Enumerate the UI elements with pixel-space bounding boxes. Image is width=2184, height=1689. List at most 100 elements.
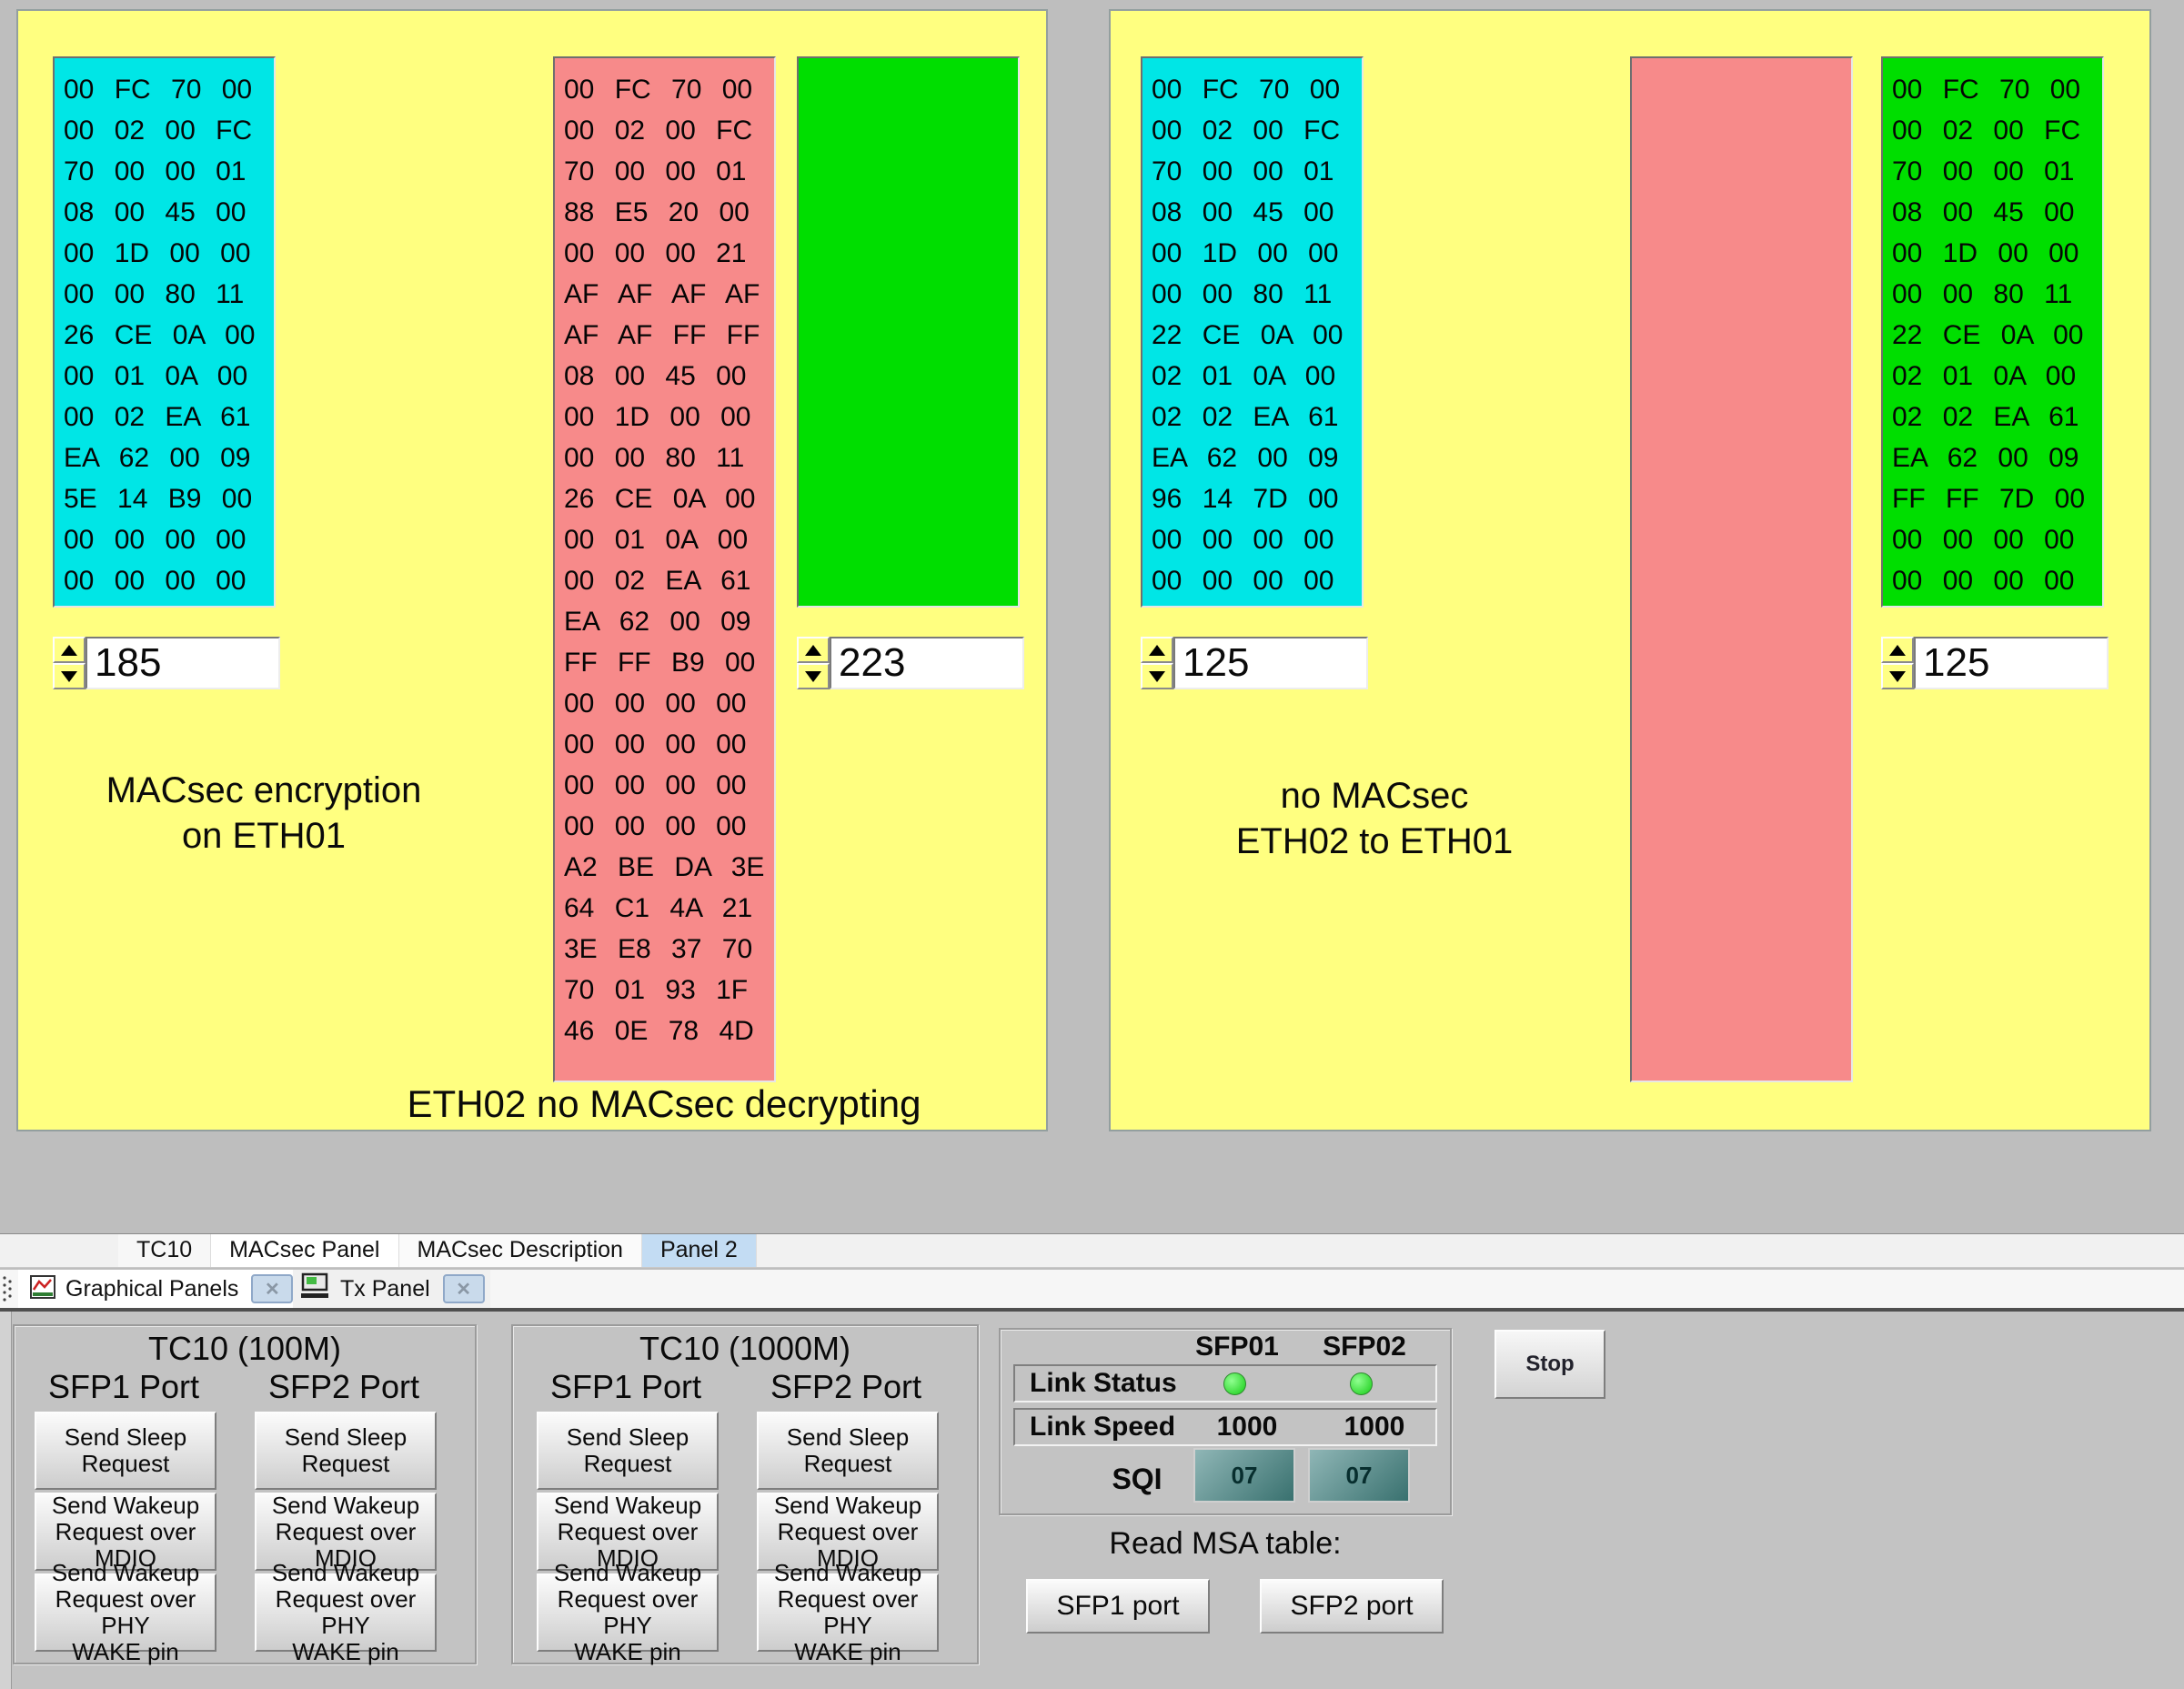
link-status-row: Link Status [1013,1364,1437,1402]
spin-down-button[interactable] [1881,663,1914,689]
hex-row: 00 FC 70 00 [564,69,774,110]
sfp2-100m-send-sleep-button[interactable]: Send Sleep Request [255,1412,437,1490]
eth02-tx-count-field[interactable] [1173,637,1368,689]
hex-row: 00 FC 70 00 [1892,69,2102,110]
spin-down-button[interactable] [53,663,86,689]
hex-row: 22 CE 0A 00 [1892,315,2102,356]
label-eth02-no-macsec-decrypting: ETH02 no MACsec decrypting [318,1082,1010,1126]
hex-row: 26 CE 0A 00 [564,478,774,519]
dock-edge-strip [0,1312,12,1689]
hex-row: 00 1D 00 00 [564,397,774,437]
link-speed-label: Link Speed [1030,1412,1175,1443]
group-tc10-1000m: TC10 (1000M) SFP1 Port SFP2 Port Send Sl… [511,1324,979,1664]
tab-bar-spacer [0,1234,118,1267]
hex-row: 00 02 EA 61 [64,397,274,437]
spin-up-button[interactable] [797,637,830,663]
hex-row: FF FF 7D 00 [1892,478,2102,519]
sfp02-link-speed-value: 1000 [1320,1412,1429,1443]
sfp01-header: SFP01 [1178,1332,1296,1362]
stop-button[interactable]: Stop [1495,1330,1605,1399]
sfp01-link-speed-value: 1000 [1193,1412,1302,1443]
hex-row: 00 00 80 11 [1892,274,2102,315]
group-tc10-100m: TC10 (100M) SFP1 Port SFP2 Port Send Sle… [13,1324,477,1664]
down-arrow-icon [61,671,77,682]
up-arrow-icon [61,645,77,656]
hex-row: 00 00 00 00 [1892,560,2102,601]
link-speed-row: Link Speed 1000 1000 [1013,1408,1437,1446]
read-msa-label: Read MSA table: [999,1526,1452,1562]
read-msa-sfp1-button[interactable]: SFP1 port [1026,1579,1210,1634]
toolbar-item-graphical-panels[interactable]: Graphical Panels ✕ [18,1270,298,1308]
drag-handle-icon[interactable] [2,1275,13,1307]
hex-row: 3E E8 37 70 [564,929,774,970]
eth01-rx-count-spinner [1881,637,2109,689]
sfp1-100m-wakeup-phy-button[interactable]: Send Wakeup Request over PHY WAKE pin [35,1573,216,1652]
close-tx-panel-button[interactable]: ✕ [443,1274,485,1303]
sfp1-port-header: SFP1 Port [535,1368,717,1406]
sfp1-1000m-send-sleep-button[interactable]: Send Sleep Request [537,1412,719,1490]
up-arrow-icon [1889,645,1906,656]
hex-row: EA 62 00 09 [64,437,274,478]
hex-row: 02 01 0A 00 [1892,356,2102,397]
eth01-frame-count-field[interactable] [86,637,280,689]
read-msa-sfp2-button[interactable]: SFP2 port [1260,1579,1444,1634]
tab-macsec-panel[interactable]: MACsec Panel [211,1234,398,1267]
hex-row: 00 00 00 00 [564,683,774,724]
label-macsec-encryption: MACsec encryption on ETH01 [45,768,482,859]
down-arrow-icon [1889,671,1906,682]
dock-toolbar: Graphical Panels ✕ Tx Panel ✕ [0,1270,2184,1308]
group-title: TC10 (1000M) [513,1330,977,1368]
group-sfp-status: SFP01 SFP02 Link Status Link Speed 1000 … [999,1328,1452,1515]
hex-row: 02 02 EA 61 [1892,397,2102,437]
hex-row: 70 00 00 01 [1892,151,2102,192]
hex-row: 00 00 00 00 [564,724,774,765]
hex-row: 08 00 45 00 [564,356,774,397]
hex-row: 00 1D 00 00 [64,233,274,274]
sfp2-100m-wakeup-phy-button[interactable]: Send Wakeup Request over PHY WAKE pin [255,1573,437,1652]
spin-up-button[interactable] [53,637,86,663]
hex-row: 00 00 00 00 [564,806,774,847]
app-window: 00 FC 70 0000 02 00 FC70 00 00 0108 00 4… [0,0,2184,1689]
hex-row: 02 01 0A 00 [1152,356,1362,397]
sfp2-1000m-wakeup-phy-button[interactable]: Send Wakeup Request over PHY WAKE pin [757,1573,939,1652]
sfp02-header: SFP02 [1305,1332,1424,1362]
hex-row: 00 00 00 00 [564,765,774,806]
hex-row: AF AF FF FF [564,315,774,356]
toolbar-item-tx-panel[interactable]: Tx Panel ✕ [293,1270,490,1308]
hex-row: 70 01 93 1F [564,970,774,1010]
spin-up-button[interactable] [1881,637,1914,663]
hex-row: 26 CE 0A 00 [64,315,274,356]
down-arrow-icon [805,671,821,682]
hex-row: EA 62 00 09 [564,601,774,642]
sfp2-1000m-send-sleep-button[interactable]: Send Sleep Request [757,1412,939,1490]
tab-panel-2[interactable]: Panel 2 [642,1234,757,1267]
close-graphical-panels-button[interactable]: ✕ [251,1274,293,1303]
hex-row: 64 C1 4A 21 [564,888,774,929]
toolbar-item-label: Tx Panel [340,1276,430,1302]
hex-row: 00 FC 70 00 [1152,69,1362,110]
hex-row: 22 CE 0A 00 [1152,315,1362,356]
tab-tc10[interactable]: TC10 [118,1234,211,1267]
sfp1-1000m-wakeup-phy-button[interactable]: Send Wakeup Request over PHY WAKE pin [537,1573,719,1652]
spin-down-button[interactable] [1141,663,1173,689]
eth02-tx-count-spinner [1141,637,1368,689]
sfp01-link-led [1223,1372,1246,1395]
hex-dump-eth02-received-encrypted: 00 FC 70 0000 02 00 FC70 00 00 0188 E5 2… [553,56,776,1082]
sfp02-link-led [1350,1372,1373,1395]
eth02-frame-count-field[interactable] [830,637,1024,689]
hex-row: EA 62 00 09 [1152,437,1362,478]
hex-row: 88 E5 20 00 [564,192,774,233]
hex-row: 70 00 00 01 [64,151,274,192]
macsec-panel-right: 00 FC 70 0000 02 00 FC70 00 00 0108 00 4… [1109,9,2151,1131]
eth01-frame-count-spinner [53,637,280,689]
eth01-rx-count-field[interactable] [1914,637,2109,689]
up-arrow-icon [1149,645,1165,656]
spin-down-button[interactable] [797,663,830,689]
sfp1-100m-send-sleep-button[interactable]: Send Sleep Request [35,1412,216,1490]
hex-row: 00 1D 00 00 [1892,233,2102,274]
hex-row: 00 01 0A 00 [64,356,274,397]
macsec-panel-left: 00 FC 70 0000 02 00 FC 70 00 00 01 08 00 4… [16,9,1048,1131]
hex-row: 00 02 00 FC [564,110,774,151]
tab-macsec-description[interactable]: MACsec Description [399,1234,642,1267]
spin-up-button[interactable] [1141,637,1173,663]
